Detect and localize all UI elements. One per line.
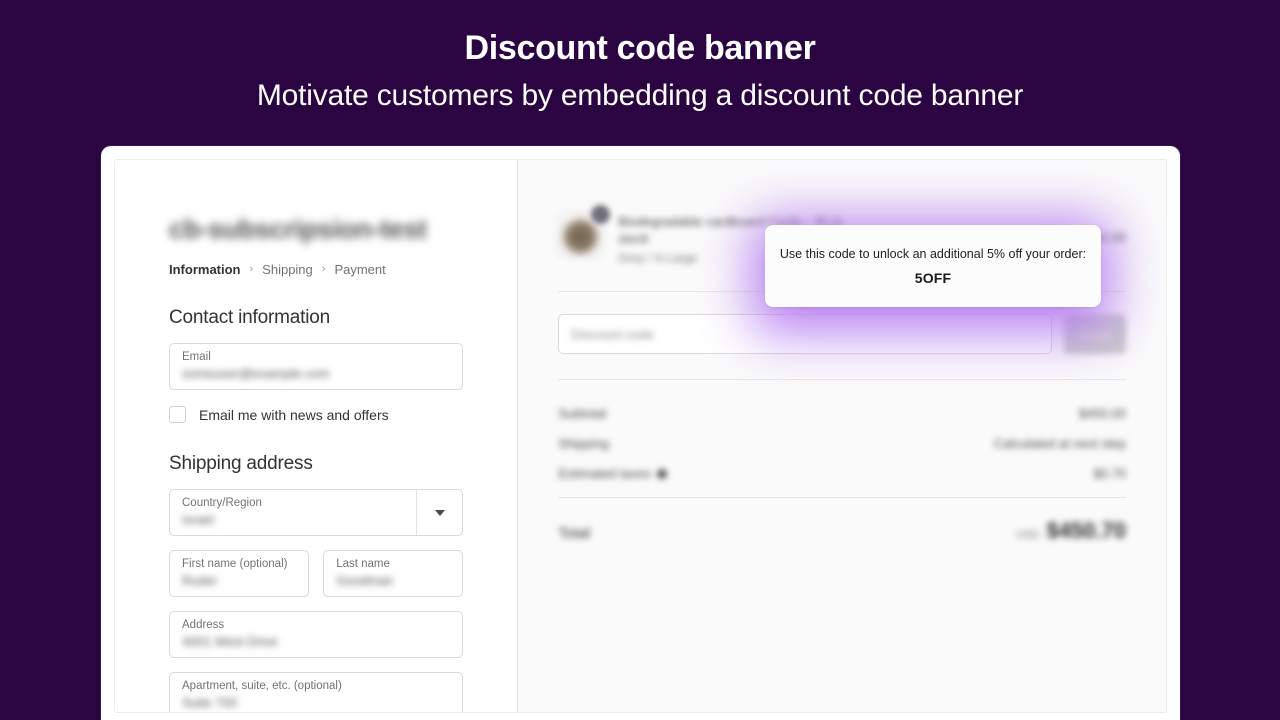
grand-total-amount: $450.70 [1046,518,1126,543]
screenshot-card: cb-subscripsion-test Information › Shipp… [101,146,1180,720]
breadcrumb-item-shipping[interactable]: Shipping [262,262,313,277]
country-region-label: Country/Region [182,497,262,509]
estimated-taxes-value: $0.70 [1093,466,1126,481]
product-thumbnail-wrap [558,205,611,257]
page-subtitle: Motivate customers by embedding a discou… [256,79,1024,113]
apartment-field[interactable]: Apartment, suite, etc. (optional) Suite … [169,672,464,712]
page-title: Discount code banner [464,29,816,67]
contact-information-heading: Contact information [169,307,330,328]
last-name-value: Goodman [336,573,394,588]
grand-total-divider [558,497,1126,498]
estimated-taxes-text: Estimated taxes [558,466,651,481]
subtotal-label: Subtotal [558,406,607,421]
last-name-field[interactable]: Last name Goodman [323,550,464,597]
discount-banner[interactable]: Use this code to unlock an additional 5%… [765,225,1101,307]
newsletter-checkbox-label: Email me with news and offers [199,406,389,423]
subtotal-value: $450.00 [1079,406,1126,421]
chevron-right-icon: › [249,263,254,275]
grand-total-row: Total USD $450.70 [558,518,1126,544]
breadcrumb: Information › Shipping › Payment [169,262,463,277]
checkout-window: cb-subscripsion-test Information › Shipp… [114,159,1167,713]
shipping-row: Shipping Calculated at next step [558,436,1126,451]
discount-code-placeholder: Discount code [571,326,654,342]
shipping-label: Shipping [558,436,609,451]
shipping-address-heading: Shipping address [169,453,313,474]
address-field[interactable]: Address 4001 West Drive [169,611,464,658]
discount-code-row: Discount code Apply [558,314,1126,354]
shop-title: cb-subscripsion-test [169,214,427,244]
hero-header: Discount code banner Motivate customers … [0,0,1280,114]
shipping-value: Calculated at next step [993,436,1126,451]
apartment-label: Apartment, suite, etc. (optional) [182,680,342,692]
email-field-value: someuser@example.com [182,366,330,381]
summary-divider-2 [558,379,1126,380]
breadcrumb-item-information[interactable]: Information [169,262,241,277]
first-name-label: First name (optional) [182,558,288,570]
email-field[interactable]: Email someuser@example.com [169,343,464,390]
discount-banner-message: Use this code to unlock an additional 5%… [779,247,1087,262]
last-name-label: Last name [336,558,390,570]
country-region-select[interactable]: Country/Region Israel [169,489,464,536]
address-label: Address [182,619,225,631]
address-value: 4001 West Drive [182,634,278,649]
newsletter-checkbox-row[interactable]: Email me with news and offers [169,406,463,423]
first-name-value: Ruder [182,573,218,588]
page-root: Discount code banner Motivate customers … [0,0,1280,720]
chevron-down-icon[interactable] [416,490,462,535]
breadcrumb-item-payment[interactable]: Payment [334,262,385,277]
discount-code-input[interactable]: Discount code [558,314,1052,354]
first-name-field[interactable]: First name (optional) Ruder [169,550,310,597]
chevron-right-icon: › [321,263,326,275]
apply-discount-button[interactable]: Apply [1064,314,1126,354]
email-field-label: Email [182,351,211,363]
discount-banner-code[interactable]: 5OFF [915,270,952,286]
estimated-taxes-row: Estimated taxes $0.70 [558,466,1126,481]
quantity-badge [591,205,611,224]
grand-total-currency: USD [1016,529,1040,541]
apply-discount-label: Apply [1078,326,1112,342]
info-icon[interactable] [656,468,667,479]
apartment-value: Suite 700 [182,695,237,710]
subtotal-row: Subtotal $450.00 [558,406,1126,421]
estimated-taxes-label: Estimated taxes [558,466,667,481]
checkout-form-panel: cb-subscripsion-test Information › Shipp… [115,160,518,712]
name-fields-row: First name (optional) Ruder Last name Go… [169,536,464,597]
grand-total-label: Total [558,525,591,542]
country-region-value: Israel [182,512,214,527]
grand-total-amount-group: USD $450.70 [1016,518,1126,544]
newsletter-checkbox[interactable] [169,406,186,423]
totals-list: Subtotal $450.00 Shipping Calculated at … [558,406,1126,481]
